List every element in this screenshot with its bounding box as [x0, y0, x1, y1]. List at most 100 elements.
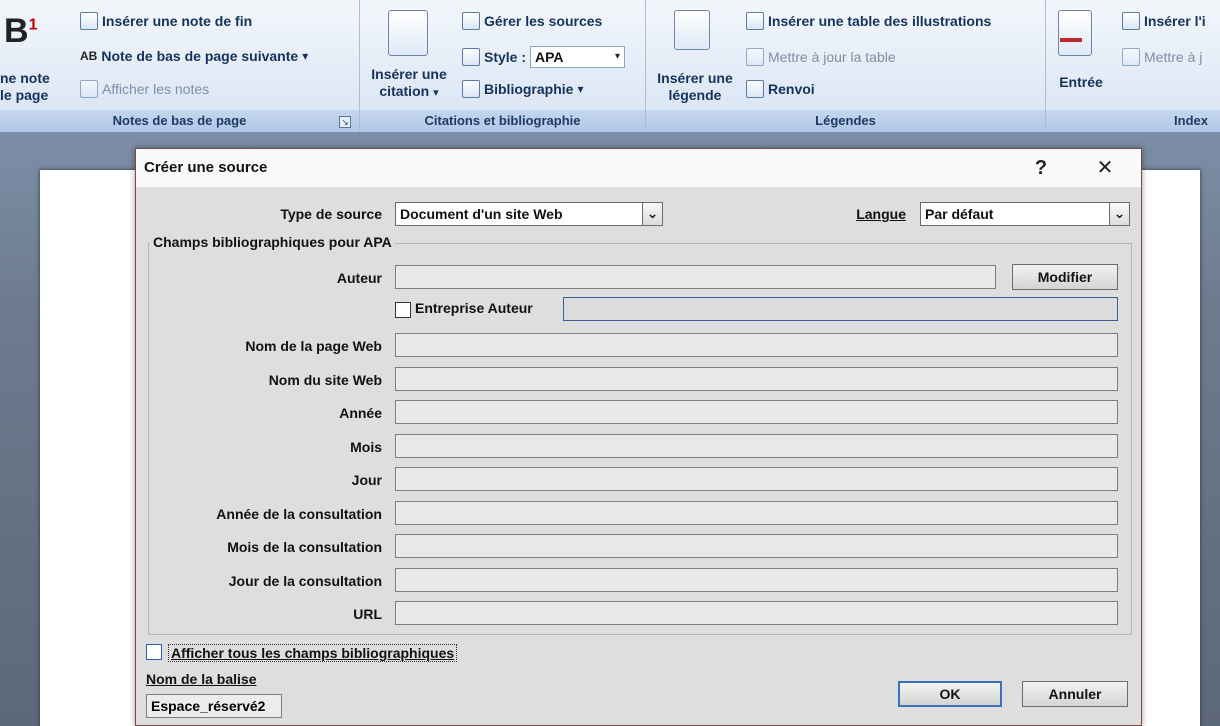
insert-endnote-button[interactable]: Insérer une note de fin — [80, 12, 252, 30]
show-notes-button[interactable]: Afficher les notes — [80, 80, 209, 98]
source-type-label: Type de source — [280, 206, 382, 222]
mark-entry-label: Entrée — [1059, 74, 1103, 90]
field-input[interactable] — [395, 534, 1118, 558]
mark-entry-button[interactable]: Entrée — [1056, 8, 1106, 104]
insert-caption-label-line1: Insérer une — [657, 70, 733, 86]
field-input[interactable] — [395, 501, 1118, 525]
field-label: Année — [339, 405, 382, 421]
next-footnote-button[interactable]: AB Note de bas de page suivante ▾ — [80, 48, 308, 64]
insert-citation-label-line2-text: citation — [379, 83, 430, 99]
insert-table-of-figures-button[interactable]: Insérer une table des illustrations — [746, 12, 991, 30]
group-captions: Insérer une légende Insérer une table de… — [646, 0, 1046, 132]
group-label-citations: Citations et bibliographie — [360, 110, 645, 132]
group-label-captions: Légendes — [646, 110, 1045, 132]
show-all-fields-label[interactable]: Afficher tous les champs bibliographique… — [168, 644, 458, 662]
ok-button[interactable]: OK — [898, 681, 1002, 707]
insert-index-icon — [1122, 12, 1140, 30]
manage-sources-icon — [462, 12, 480, 30]
dialog-title: Créer une source — [144, 159, 268, 176]
help-button[interactable]: ? — [1027, 155, 1055, 181]
field-label: Jour — [351, 472, 382, 488]
field-input[interactable] — [395, 367, 1118, 391]
field-input[interactable] — [395, 467, 1118, 491]
field-label: Année de la consultation — [216, 506, 382, 522]
style-dropdown[interactable]: APA ▾ — [530, 46, 626, 68]
field-input[interactable] — [395, 568, 1118, 592]
field-label: Mois de la consultation — [227, 539, 382, 555]
chevron-down-icon: ▾ — [614, 51, 621, 62]
next-footnote-label: Note de bas de page suivante — [101, 48, 299, 64]
insert-caption-label: Insérer une légende — [652, 70, 738, 104]
close-icon: ✕ — [1096, 157, 1114, 179]
author-label: Auteur — [336, 270, 382, 286]
language-value: Par défaut — [925, 206, 994, 222]
endnote-icon — [80, 12, 98, 30]
insert-caption-icon — [674, 10, 710, 50]
table-of-figures-icon — [746, 12, 764, 30]
footnotes-dialog-launcher-icon[interactable]: ↘ — [339, 116, 351, 128]
insert-footnote-button[interactable]: B1 ne note le page — [0, 4, 72, 104]
chevron-down-icon: ▾ — [302, 49, 309, 63]
group-index: Entrée Insérer l'i Mettre à j Index — [1046, 0, 1220, 132]
source-type-select[interactable]: Document d'un site Web ⌄ — [395, 202, 663, 226]
cancel-button[interactable]: Annuler — [1022, 681, 1128, 707]
group-label-footnotes: Notes de bas de page — [0, 110, 359, 132]
group-citations: Insérer une citation ▾ Gérer les sources… — [360, 0, 646, 132]
update-table-button[interactable]: Mettre à jour la table — [746, 48, 896, 66]
cross-reference-button[interactable]: Renvoi — [746, 80, 815, 98]
update-index-button[interactable]: Mettre à j — [1122, 48, 1202, 66]
edit-author-button[interactable]: Modifier — [1012, 264, 1118, 290]
show-all-fields-checkbox[interactable] — [146, 644, 162, 660]
bibliography-icon — [462, 80, 480, 98]
style-selector: Style : APA ▾ — [462, 46, 626, 68]
insert-index-button[interactable]: Insérer l'i — [1122, 12, 1206, 30]
corporate-author-input[interactable] — [563, 297, 1118, 321]
bibliography-button[interactable]: Bibliographie ▾ — [462, 80, 583, 98]
language-label: Langue — [856, 206, 906, 222]
field-label: Nom du site Web — [268, 372, 382, 388]
update-index-label: Mettre à j — [1144, 49, 1203, 65]
footnote-icon: B1 — [4, 12, 37, 51]
field-label: Nom de la page Web — [245, 338, 382, 354]
show-notes-label: Afficher les notes — [102, 81, 210, 97]
chevron-down-icon[interactable]: ⌄ — [642, 203, 662, 225]
close-button[interactable]: ✕ — [1091, 155, 1119, 181]
tag-name-label: Nom de la balise — [146, 671, 257, 687]
bibliography-fields-legend: Champs bibliographiques pour APA — [150, 234, 395, 250]
field-label: Mois — [350, 439, 382, 455]
insert-citation-label: Insérer une citation ▾ — [366, 66, 452, 102]
author-input[interactable] — [395, 265, 996, 289]
insert-citation-button[interactable]: Insérer une citation ▾ — [366, 6, 452, 104]
dialog-titlebar[interactable]: Créer une source ? ✕ — [136, 149, 1141, 187]
field-input[interactable] — [395, 333, 1118, 357]
corporate-author-checkbox[interactable] — [395, 302, 411, 318]
cross-reference-icon — [746, 80, 764, 98]
field-input[interactable] — [395, 601, 1118, 625]
bibliography-label: Bibliographie — [484, 81, 574, 97]
language-select[interactable]: Par défaut ⌄ — [920, 202, 1130, 226]
group-label-captions-text: Légendes — [815, 113, 876, 128]
field-label: URL — [353, 606, 382, 622]
insert-caption-button[interactable]: Insérer une légende — [652, 6, 738, 104]
mark-entry-icon — [1058, 10, 1092, 56]
insert-footnote-label-line1: ne note — [0, 70, 50, 86]
chevron-down-icon[interactable]: ⌄ — [1109, 203, 1129, 225]
chevron-down-icon: ▾ — [577, 82, 584, 96]
group-label-footnotes-text: Notes de bas de page — [112, 113, 247, 128]
insert-table-of-figures-label: Insérer une table des illustrations — [768, 13, 992, 29]
insert-citation-label-line1: Insérer une — [371, 66, 447, 82]
manage-sources-button[interactable]: Gérer les sources — [462, 12, 602, 30]
update-table-label: Mettre à jour la table — [768, 49, 896, 65]
group-label-citations-text: Citations et bibliographie — [424, 113, 581, 128]
insert-citation-icon — [388, 10, 428, 56]
tag-name-input[interactable] — [146, 694, 282, 718]
field-input[interactable] — [395, 400, 1118, 424]
mark-entry-red-bar-icon — [1060, 38, 1082, 42]
group-label-index: Index — [1046, 110, 1220, 132]
update-index-icon — [1122, 48, 1140, 66]
field-label: Jour de la consultation — [228, 573, 382, 589]
chevron-down-icon: ▾ — [433, 87, 439, 99]
field-input[interactable] — [395, 434, 1118, 458]
help-icon: ? — [1034, 157, 1048, 179]
insert-footnote-label-line2: le page — [0, 87, 49, 103]
